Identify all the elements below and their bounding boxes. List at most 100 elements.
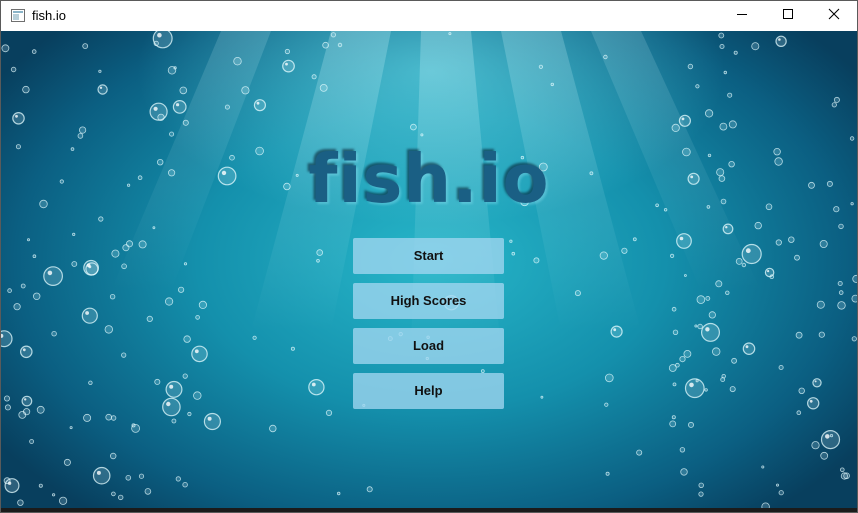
bubble [253, 99, 266, 112]
bubble [819, 239, 828, 248]
bubble [10, 66, 17, 73]
bubble [92, 466, 111, 485]
bubble [741, 243, 762, 265]
close-button[interactable] [811, 1, 857, 31]
bubble-highlight [825, 434, 830, 439]
bubble [697, 323, 703, 330]
bubble [241, 86, 250, 95]
bubble [669, 253, 675, 258]
bubble [105, 413, 112, 421]
bubble [182, 482, 188, 488]
bubble-highlight [745, 248, 751, 254]
start-button[interactable]: Start [353, 238, 504, 274]
bubble [688, 421, 695, 428]
minimize-button[interactable] [719, 1, 765, 31]
bubble [4, 404, 11, 411]
bubble [719, 43, 725, 49]
bubble [727, 92, 733, 98]
bubble [152, 31, 173, 49]
bubble [178, 286, 185, 293]
bubble [71, 261, 78, 267]
bubble [109, 294, 116, 300]
bubble-highlight [679, 236, 684, 241]
bubble [17, 499, 24, 506]
bubble [798, 387, 805, 394]
bubble [110, 415, 117, 421]
bubble [837, 280, 843, 286]
bubble [38, 483, 43, 488]
bubble [729, 386, 736, 393]
bubble [833, 96, 840, 103]
bubble [330, 32, 336, 38]
help-button[interactable]: Help [353, 373, 504, 409]
bubble [621, 247, 628, 254]
bubble [18, 410, 27, 419]
bubble [121, 352, 127, 358]
bubble [796, 410, 802, 416]
bubble [125, 474, 132, 481]
bubble [410, 123, 417, 131]
bubble [722, 223, 734, 235]
load-button[interactable]: Load [353, 328, 504, 364]
bubble [31, 49, 37, 54]
game-canvas[interactable]: fish.io Start High Scores Load Help [1, 31, 857, 512]
bubble-highlight [85, 311, 89, 315]
bubble-highlight [705, 327, 710, 332]
bubble [684, 378, 705, 399]
bubble [183, 262, 188, 266]
bubble [182, 119, 189, 126]
bubble [144, 488, 152, 495]
bubble-highlight [809, 399, 813, 403]
bubble [599, 251, 608, 260]
bubble [672, 329, 679, 335]
bubble [698, 482, 704, 488]
high-scores-button[interactable]: High Scores [353, 283, 504, 319]
bubble [179, 86, 188, 95]
bubble [679, 447, 686, 453]
bubble [720, 377, 726, 383]
bubble-highlight [96, 470, 101, 475]
bubble [233, 57, 242, 66]
bubble [157, 113, 165, 121]
bubble [32, 254, 37, 259]
bubble [837, 301, 846, 310]
bubble [671, 306, 677, 312]
bubble [111, 249, 120, 258]
bubble-highlight [157, 32, 162, 38]
bubble [680, 468, 688, 476]
bubble [671, 415, 676, 420]
bubble [509, 239, 513, 243]
bubble [162, 397, 181, 417]
bubble [636, 449, 643, 456]
bubble [322, 41, 329, 49]
bubble [82, 43, 89, 50]
bubble [325, 409, 333, 416]
bubble [538, 64, 544, 69]
bubble-highlight [745, 345, 749, 349]
bubble [193, 391, 202, 400]
bubble-highlight [814, 380, 817, 383]
bubble [77, 133, 84, 139]
bubble [183, 335, 191, 343]
bubble [43, 266, 63, 287]
bubble [820, 451, 829, 460]
bubble [550, 82, 554, 87]
bubble [776, 483, 780, 487]
title-bar[interactable]: fish.io [1, 1, 857, 31]
bubble [511, 251, 516, 256]
bubble [671, 123, 680, 133]
bubble [138, 473, 145, 479]
bubble-highlight [689, 382, 694, 388]
bubble [603, 54, 608, 60]
bubble [51, 331, 57, 337]
bubble [839, 467, 845, 473]
bubble [165, 297, 174, 306]
bubble [754, 221, 762, 230]
bubble [146, 315, 153, 322]
bubble-highlight [207, 416, 212, 421]
bubble [807, 397, 820, 410]
bubble-highlight [613, 328, 617, 332]
bubble [175, 476, 181, 482]
bubble [198, 300, 207, 309]
maximize-button[interactable] [765, 1, 811, 31]
